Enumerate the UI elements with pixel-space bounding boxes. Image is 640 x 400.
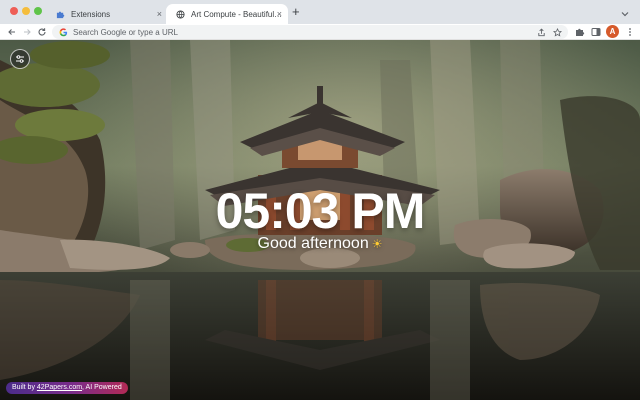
- new-tab-button[interactable]: +: [292, 5, 300, 19]
- toolbar: A: [0, 24, 640, 40]
- credit-prefix: Built by: [12, 384, 37, 391]
- tab-title: Extensions: [71, 9, 111, 19]
- google-icon: [59, 27, 68, 37]
- settings-button[interactable]: [10, 49, 30, 69]
- tab-bar: Extensions × Art Compute - Beautiful AI …: [0, 0, 640, 24]
- share-icon[interactable]: [536, 27, 546, 37]
- arrow-right-icon: [24, 29, 31, 35]
- extensions-puzzle-icon[interactable]: [574, 26, 586, 38]
- minimize-window-button[interactable]: [22, 7, 30, 15]
- reload-icon: [38, 28, 46, 36]
- puzzle-icon: [56, 10, 65, 19]
- credit-link[interactable]: 42Papers.com: [37, 384, 82, 391]
- globe-icon: [176, 9, 185, 19]
- tab-extensions[interactable]: Extensions ×: [46, 4, 168, 24]
- greeting-text: Good afternoon: [257, 235, 369, 252]
- tab-title: Art Compute - Beautiful AI Art: [191, 9, 283, 19]
- close-window-button[interactable]: [10, 7, 18, 15]
- credit-badge: Built by 42Papers.com, AI Powered: [6, 382, 128, 394]
- sliders-icon: [16, 55, 24, 63]
- sun-icon: ☀: [371, 237, 383, 251]
- forward-button[interactable]: [21, 26, 33, 38]
- omnibox-input[interactable]: [73, 26, 513, 38]
- close-tab-button[interactable]: ×: [277, 9, 282, 19]
- reload-button[interactable]: [36, 26, 48, 38]
- more-menu-icon[interactable]: [624, 26, 636, 38]
- address-bar[interactable]: [52, 25, 568, 39]
- chevron-down-icon[interactable]: [620, 6, 630, 17]
- greeting: Good afternoon ☀: [0, 234, 640, 254]
- clock-time: 05:03 PM: [215, 183, 426, 239]
- maximize-window-button[interactable]: [34, 7, 42, 15]
- arrow-left-icon: [8, 29, 15, 35]
- bookmark-star-icon[interactable]: [552, 27, 562, 37]
- tab-art-compute[interactable]: Art Compute - Beautiful AI Art ×: [166, 4, 288, 24]
- side-panel-icon[interactable]: [590, 26, 602, 38]
- avatar[interactable]: A: [606, 25, 619, 38]
- close-tab-button[interactable]: ×: [157, 9, 162, 19]
- back-button[interactable]: [6, 26, 18, 38]
- credit-suffix: , AI Powered: [82, 384, 122, 391]
